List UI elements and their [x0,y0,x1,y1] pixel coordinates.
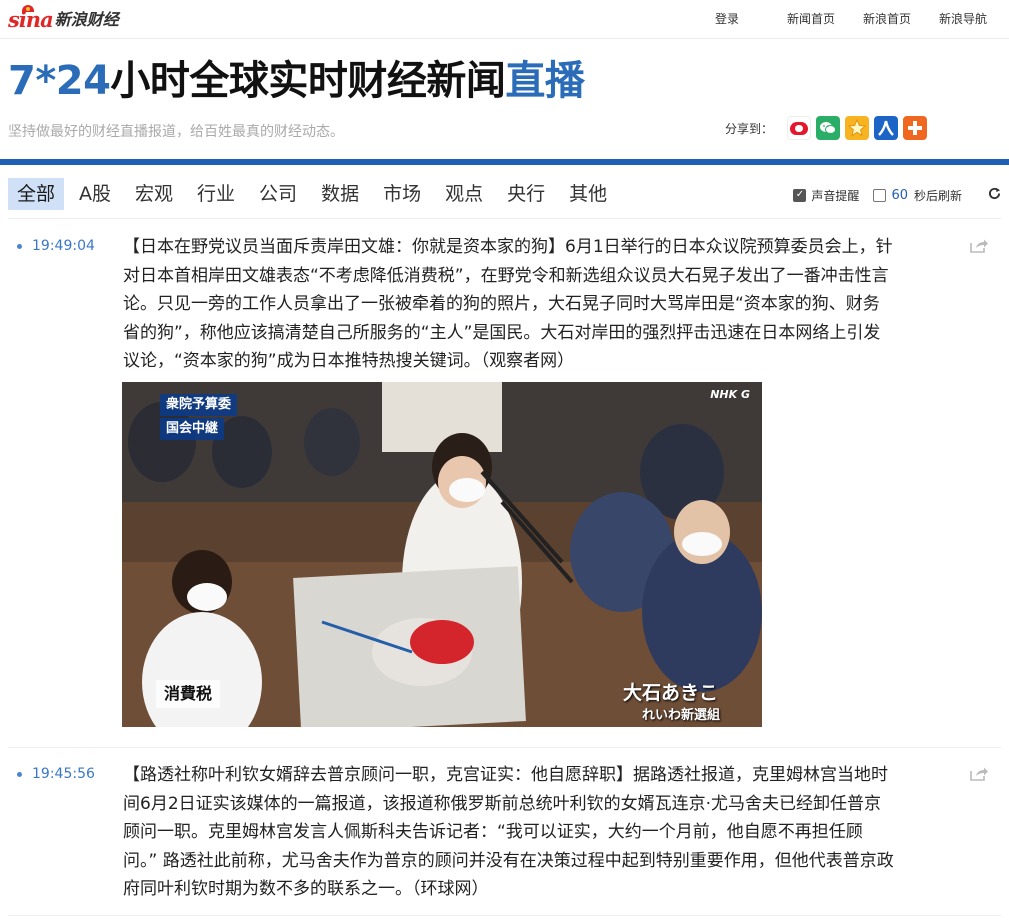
refresh-icon[interactable] [988,186,1001,204]
share-label: 分享到： [725,121,774,136]
timeline-dot [17,772,22,777]
page-subtitle: 坚持做最好的财经直播报道，给百姓最真的财经动态。 [8,124,344,140]
tabs-underline [8,218,1001,219]
title-part-724: 7*24 [8,58,111,104]
sina-finance-logo[interactable]: sina 新浪财经 [8,5,119,32]
wechat-icon[interactable] [816,116,841,140]
top-links: 登录 新闻首页 新浪首页 新浪导航 [687,10,987,27]
tab-macro[interactable]: 宏观 [126,178,182,210]
sound-alert-option[interactable]: ✓ 声音提醒 [793,187,859,204]
login-link[interactable]: 登录 [715,10,739,27]
top-bar: sina 新浪财经 登录 新闻首页 新浪首页 新浪导航 [0,0,1009,39]
tab-data[interactable]: 数据 [312,178,368,210]
page-title: 7*24小时全球实时财经新闻直播 [8,56,585,106]
logo-sub-text: 新浪财经 [54,10,119,29]
tab-industry[interactable]: 行业 [188,178,244,210]
sina-home-link[interactable]: 新浪首页 [863,10,911,27]
tab-opinion[interactable]: 观点 [436,178,492,210]
share-icon[interactable] [969,766,989,782]
sina-nav-link[interactable]: 新浪导航 [939,10,987,27]
tab-all[interactable]: 全部 [8,178,65,210]
tab-other[interactable]: 其他 [560,178,616,210]
sound-alert-label: 声音提醒 [811,188,860,203]
feed-text: 【日本在野党议员当面斥责岸田文雄：你就是资本家的狗】6月1日举行的日本众议院预算… [123,237,893,371]
renren-icon[interactable] [874,116,899,140]
photo-caption-party: れいわ新選組 [641,708,720,723]
timeline-dot [17,244,22,249]
qzone-icon[interactable] [845,116,870,140]
category-tabs: 全部 A股 宏观 行业 公司 数据 市场 观点 央行 其他 [8,178,622,210]
refresh-seconds: 60 [891,187,908,203]
feed-time: 19:45:56 [32,766,95,782]
share-bar: 分享到： [725,116,932,140]
auto-refresh-option[interactable]: 60 秒后刷新 [873,187,962,204]
more-share-icon[interactable] [903,116,928,140]
photo-caption-broadcast: 国会中継 [160,418,225,440]
tab-market[interactable]: 市场 [374,178,430,210]
feed-options: ✓ 声音提醒 60 秒后刷新 [779,186,1001,204]
title-part-live: 直播 [505,58,585,104]
photo-caption-committee: 衆院予算委 [160,394,238,416]
auto-refresh-checkbox[interactable] [873,188,887,202]
refresh-label: 秒后刷新 [913,188,962,203]
photo-caption-name: 大石あきこ [622,682,718,704]
nhk-watermark: NHK G [710,388,750,401]
tab-company[interactable]: 公司 [250,178,306,210]
logo-sina-text: sina [8,7,54,32]
feed-time: 19:49:04 [32,238,95,254]
feed-divider [8,915,1001,916]
weibo-icon[interactable] [787,116,812,140]
feed-text: 【路透社称叶利钦女婿辞去普京顾问一职，克宫证实：他自愿辞职】据路透社报道，克里姆… [123,765,894,899]
sound-alert-checkbox[interactable]: ✓ [793,188,807,202]
header-divider [0,159,1009,165]
photo-caption-sign: 消費税 [156,680,221,708]
share-icon[interactable] [969,238,989,254]
feed-divider [8,747,1001,748]
tab-a-shares[interactable]: A股 [70,178,120,210]
sina-eye-icon [22,5,34,12]
news-home-link[interactable]: 新闻首页 [787,10,835,27]
news-photo[interactable]: NHK G 衆院予算委 国会中継 消費税 大石あきこ れいわ新選組 [122,382,762,727]
tab-central-bank[interactable]: 央行 [498,178,554,210]
title-part-main: 小时全球实时财经新闻 [110,58,506,104]
